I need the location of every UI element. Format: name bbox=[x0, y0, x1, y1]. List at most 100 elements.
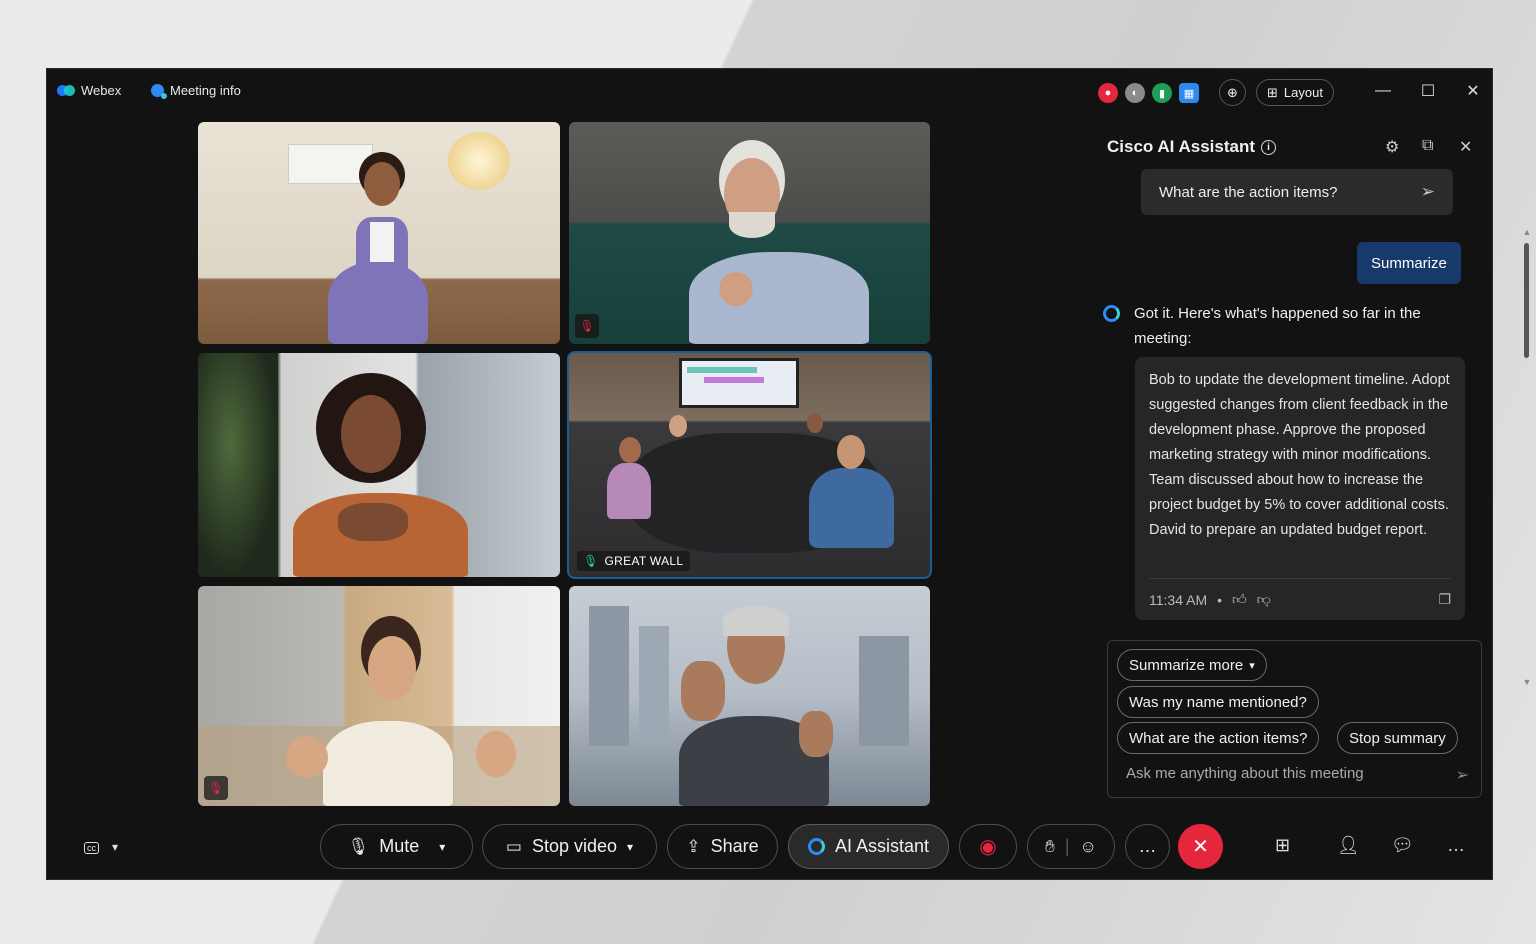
share-screen-icon: ⇪ bbox=[686, 836, 701, 856]
close-window-button[interactable]: ✕ bbox=[1463, 81, 1483, 101]
close-panel-button[interactable]: ✕ bbox=[1459, 137, 1472, 157]
pendant-lamp bbox=[448, 132, 510, 190]
participant-tile-4[interactable]: 🎙︎ GREAT WALL bbox=[569, 353, 930, 577]
more-dots-icon: … bbox=[1447, 835, 1465, 855]
mic-muted-icon: 🎙︎ bbox=[208, 781, 224, 795]
mic-muted-icon: 🎙︎ bbox=[579, 319, 595, 333]
muted-indicator: 🎙︎ bbox=[575, 314, 599, 338]
mute-button[interactable]: 🎙︎ Mute ▾ bbox=[320, 824, 473, 869]
recording-status-icon[interactable]: ● bbox=[1098, 83, 1118, 103]
captions-button[interactable]: cc ▾ bbox=[84, 835, 118, 856]
pop-out-button[interactable]: ⧉ bbox=[1422, 137, 1433, 155]
panel-title: Cisco AI Assistant i bbox=[1107, 137, 1277, 157]
close-icon: ✕ bbox=[1466, 83, 1480, 100]
end-call-button[interactable]: ✕ bbox=[1178, 824, 1223, 869]
maximize-button[interactable]: ☐ bbox=[1418, 81, 1438, 101]
display-bar bbox=[704, 377, 764, 383]
thumbs-down-icon[interactable]: 👎︎ bbox=[1257, 591, 1271, 608]
ai-assistant-icon bbox=[807, 838, 825, 855]
apps-icon[interactable]: ▦ bbox=[1179, 83, 1199, 103]
stop-summary-chip[interactable]: Stop summary bbox=[1337, 722, 1458, 754]
webex-meeting-window: Webex Meeting info ● ◐ ▮ ▦ ⊕ ⊞ Layout — … bbox=[46, 68, 1531, 880]
webex-logo-icon bbox=[57, 84, 75, 97]
room-display bbox=[679, 358, 799, 408]
participant-tile-3[interactable] bbox=[198, 353, 560, 577]
name-mentioned-label: Was my name mentioned? bbox=[1129, 693, 1307, 711]
more-dots-icon: … bbox=[1138, 836, 1157, 856]
network-health-icon[interactable]: ▮ bbox=[1152, 83, 1172, 103]
participant-tile-1[interactable] bbox=[198, 122, 560, 344]
copy-icon[interactable]: ❐ bbox=[1438, 591, 1451, 608]
person-hand bbox=[286, 736, 328, 778]
person-shirt bbox=[370, 222, 394, 262]
participant-tile-5[interactable]: 🎙︎ bbox=[198, 586, 560, 806]
thumbs-up-icon[interactable]: 👍︎ bbox=[1232, 591, 1247, 608]
person-body bbox=[689, 252, 869, 344]
zoom-button[interactable]: ⊕ bbox=[1219, 79, 1246, 106]
summarize-text: Summarize bbox=[1371, 254, 1447, 272]
ai-assistant-button[interactable]: AI Assistant bbox=[788, 824, 949, 869]
panel-scrollbar[interactable]: ▲ ▼ bbox=[1521, 227, 1533, 687]
mute-label: Mute bbox=[379, 836, 420, 856]
info-icon[interactable]: i bbox=[1261, 139, 1277, 155]
reactions-group[interactable]: ✋︎ | ☺ bbox=[1027, 824, 1115, 869]
chevron-down-icon: ▾ bbox=[1249, 659, 1255, 672]
scroll-thumb[interactable] bbox=[1524, 243, 1529, 358]
skyscraper bbox=[639, 626, 669, 746]
chevron-down-icon[interactable]: ▾ bbox=[627, 840, 633, 854]
meeting-info-label: Meeting info bbox=[170, 83, 241, 98]
video-camera-icon: ▭ bbox=[505, 836, 522, 856]
ask-input[interactable]: Ask me anything about this meeting bbox=[1126, 765, 1364, 782]
action-items-label: What are the action items? bbox=[1129, 729, 1308, 747]
user-query-bubble: What are the action items? ➢ bbox=[1141, 169, 1453, 215]
participants-button[interactable]: 👤︎ bbox=[1337, 835, 1360, 856]
scroll-up-icon[interactable]: ▲ bbox=[1521, 227, 1533, 237]
name-mentioned-chip[interactable]: Was my name mentioned? bbox=[1117, 686, 1319, 718]
end-call-icon: ✕ bbox=[1192, 836, 1209, 858]
chevron-down-icon: ▾ bbox=[112, 840, 119, 854]
send-icon[interactable]: ➢ bbox=[1456, 765, 1469, 785]
meeting-info-button[interactable]: Meeting info bbox=[151, 83, 241, 99]
person-hand bbox=[476, 731, 516, 777]
app-name: Webex bbox=[81, 83, 122, 98]
person-hand bbox=[681, 661, 725, 721]
scroll-down-icon[interactable]: ▼ bbox=[1521, 677, 1533, 687]
separator-dot: • bbox=[1217, 591, 1223, 608]
share-button[interactable]: ⇪ Share bbox=[667, 824, 778, 869]
plant bbox=[198, 353, 278, 577]
minimize-button[interactable]: — bbox=[1373, 81, 1393, 101]
close-icon: ✕ bbox=[1459, 139, 1473, 156]
record-button[interactable]: ◉ bbox=[959, 824, 1017, 869]
app-brand: Webex bbox=[57, 83, 121, 98]
more-panels-button[interactable]: … bbox=[1447, 835, 1465, 856]
ai-response-card: Bob to update the development timeline. … bbox=[1135, 357, 1465, 620]
ai-assistant-icon bbox=[1103, 305, 1120, 322]
person-hands bbox=[338, 503, 408, 541]
person-face bbox=[368, 636, 416, 700]
layout-button[interactable]: ⊞ Layout bbox=[1256, 79, 1334, 106]
person-body bbox=[323, 721, 453, 806]
participant-tile-6[interactable] bbox=[569, 586, 930, 806]
title-bar: Webex Meeting info ● ◐ ▮ ▦ ⊕ ⊞ Layout — … bbox=[47, 69, 1492, 115]
participant-tile-2[interactable]: 🎙︎ bbox=[569, 122, 930, 344]
summarize-more-chip[interactable]: Summarize more ▾ bbox=[1117, 649, 1267, 681]
response-footer: 11:34 AM • 👍︎ 👎︎ ❐ bbox=[1149, 578, 1451, 620]
more-options-button[interactable]: … bbox=[1125, 824, 1170, 869]
person-hand bbox=[719, 272, 753, 306]
maximize-icon: ☐ bbox=[1420, 83, 1436, 100]
display-bar bbox=[687, 367, 757, 373]
apps-panel-button[interactable]: ⊞ bbox=[1275, 835, 1290, 856]
chevron-down-icon[interactable]: ▾ bbox=[439, 840, 445, 854]
stop-video-button[interactable]: ▭ Stop video ▾ bbox=[482, 824, 657, 869]
noise-removal-icon[interactable]: ◐ bbox=[1125, 83, 1145, 103]
chat-button[interactable]: 💬︎ bbox=[1391, 835, 1414, 856]
settings-button[interactable]: ⚙ bbox=[1385, 137, 1399, 157]
ai-composer: Summarize more ▾ Was my name mentioned? … bbox=[1107, 640, 1482, 798]
emoji-reaction-icon[interactable]: ☺ bbox=[1080, 837, 1097, 857]
send-icon: ➢ bbox=[1420, 182, 1435, 201]
raise-hand-icon[interactable]: ✋︎ bbox=[1045, 837, 1055, 857]
pop-out-icon: ⧉ bbox=[1422, 137, 1434, 154]
layout-grid-icon: ⊞ bbox=[1267, 84, 1278, 100]
meeting-info-icon bbox=[151, 84, 167, 99]
action-items-chip[interactable]: What are the action items? bbox=[1117, 722, 1320, 754]
